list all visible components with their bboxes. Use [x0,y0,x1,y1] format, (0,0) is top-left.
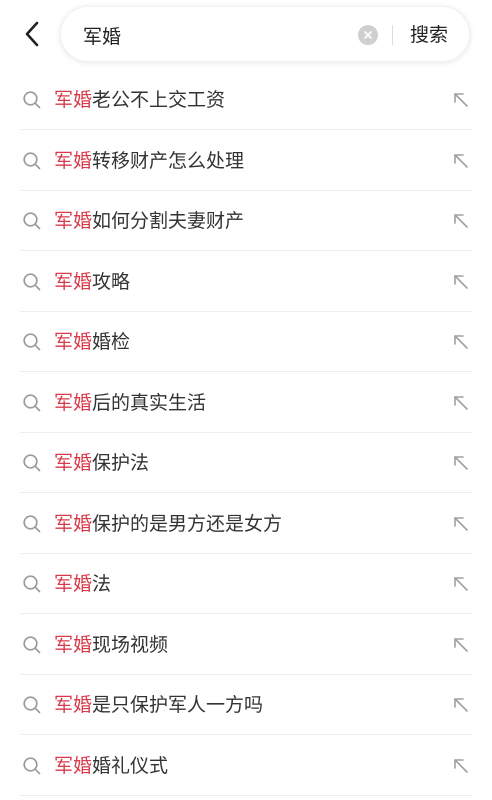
search-icon [23,454,41,472]
suggestion-keyword: 军婚 [54,512,93,535]
search-icon [23,575,41,593]
suggestion-suffix: 老公不上交工资 [92,89,226,111]
suggestion-suffix: 是只保护军人一方吗 [92,694,264,716]
suggestion-item[interactable]: 军婚现场视频 [0,615,492,675]
suggestion-item[interactable]: 军婚婚检 [0,312,492,372]
suggestion-suffix: 攻略 [92,270,131,293]
suggestion-item[interactable]: 军婚法 [0,554,492,614]
arrow-up-left-icon[interactable] [452,696,470,714]
search-icon [23,272,41,290]
suggestion-keyword: 军婚 [54,149,93,172]
search-icon [23,212,41,230]
suggestion-suffix: 保护的是男方还是女方 [92,512,283,535]
suggestion-item[interactable]: 军婚如何分割夫妻财产 [0,191,492,251]
suggestion-text: 军婚转移财产怎么处理 [54,147,244,175]
suggestion-suffix: 转移财产怎么处理 [92,149,245,172]
suggestion-text: 军婚法 [54,570,111,598]
suggestion-suffix: 法 [92,573,112,595]
suggestion-keyword: 军婚 [54,89,93,111]
arrow-up-left-icon[interactable] [452,212,470,230]
suggestion-suffix: 现场视频 [92,633,169,656]
search-icon [23,91,41,109]
clear-circle-icon [364,31,372,39]
suggestion-text: 军婚婚检 [54,328,130,356]
suggestion-text: 军婚是只保护军人一方吗 [54,691,263,719]
suggestion-text: 军婚婚礼仪式 [54,752,168,780]
suggestion-keyword: 军婚 [54,573,93,595]
suggestion-item[interactable]: 军婚保护的是男方还是女方 [0,494,492,554]
suggestion-text: 军婚如何分割夫妻财产 [54,207,244,235]
suggestion-item[interactable]: 军婚攻略 [0,252,492,312]
arrow-up-left-icon[interactable] [452,333,470,351]
suggestion-keyword: 军婚 [54,270,93,293]
row-divider [20,794,472,796]
clear-button[interactable] [358,25,378,45]
search-input[interactable] [83,20,333,50]
suggestion-text: 军婚老公不上交工资 [54,86,225,114]
arrow-up-left-icon[interactable] [452,757,470,775]
suggestion-suffix: 后的真实生活 [92,391,207,414]
search-icon [23,514,41,532]
search-suggestion-page: 搜索 军婚老公不上交工资军婚转移财产怎么处理军婚如何分割夫妻财产军婚攻略军婚婚检… [0,0,492,800]
suggestion-item[interactable]: 军婚后的真实生活 [0,373,492,433]
arrow-up-left-icon[interactable] [452,636,470,654]
suggestion-suffix: 保护法 [92,452,150,474]
suggestion-text: 军婚后的真实生活 [54,389,206,417]
suggestion-keyword: 军婚 [54,391,93,414]
suggestion-text: 军婚现场视频 [54,631,168,659]
arrow-up-left-icon[interactable] [452,394,470,412]
suggestion-keyword: 军婚 [54,210,93,232]
search-header: 搜索 [0,0,492,70]
search-icon [23,756,41,774]
arrow-up-left-icon[interactable] [452,575,470,593]
search-button[interactable]: 搜索 [403,20,455,50]
suggestion-item[interactable]: 军婚婚礼仪式 [0,736,492,796]
search-icon [23,393,41,411]
suggestion-keyword: 军婚 [54,633,93,656]
suggestion-keyword: 军婚 [54,754,93,777]
suggestion-item[interactable]: 军婚保护法 [0,433,492,493]
suggestion-text: 军婚保护法 [54,449,149,477]
suggestion-suffix: 婚礼仪式 [92,754,169,777]
search-icon [23,333,41,351]
search-icon [23,151,41,169]
suggestion-item[interactable]: 军婚是只保护军人一方吗 [0,675,492,735]
arrow-up-left-icon[interactable] [452,91,470,109]
suggestion-keyword: 军婚 [54,331,93,353]
search-icon [23,696,41,714]
chevron-left-icon [25,21,39,47]
suggestion-suffix: 婚检 [92,331,131,353]
back-button[interactable] [14,16,50,52]
search-box: 搜索 [60,6,470,62]
search-divider [392,25,393,45]
suggestion-item[interactable]: 军婚老公不上交工资 [0,70,492,130]
arrow-up-left-icon[interactable] [452,152,470,170]
suggestion-item[interactable]: 军婚转移财产怎么处理 [0,131,492,191]
arrow-up-left-icon[interactable] [452,515,470,533]
arrow-up-left-icon[interactable] [452,454,470,472]
arrow-up-left-icon[interactable] [452,273,470,291]
suggestion-text: 军婚攻略 [54,268,130,296]
suggestion-suffix: 如何分割夫妻财产 [92,210,245,232]
suggestion-text: 军婚保护的是男方还是女方 [54,510,282,538]
search-icon [23,635,41,653]
suggestion-keyword: 军婚 [54,452,93,474]
suggestion-keyword: 军婚 [54,694,93,716]
